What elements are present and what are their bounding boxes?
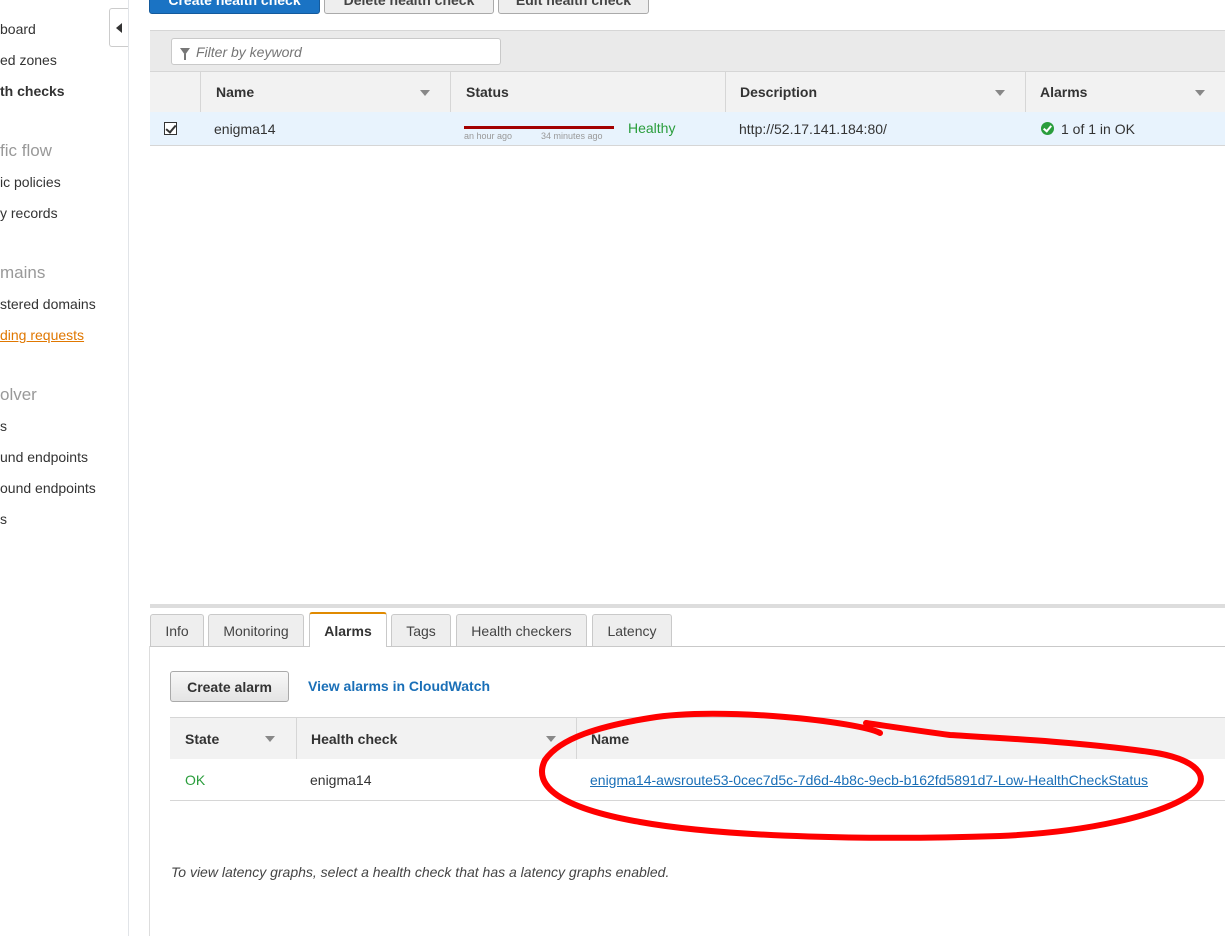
filter-icon — [180, 48, 190, 60]
tab-health-checkers[interactable]: Health checkers — [456, 614, 587, 646]
column-header-state[interactable]: State — [170, 718, 296, 759]
sort-down-icon[interactable] — [1195, 90, 1205, 96]
tab-monitoring[interactable]: Monitoring — [208, 614, 304, 646]
nav-item-outbound-endpoints[interactable]: ound endpoints — [0, 480, 96, 496]
create-alarm-button[interactable]: Create alarm — [170, 671, 289, 702]
row-name: enigma14 — [214, 120, 276, 137]
nav-item-pending-requests[interactable]: ding requests — [0, 327, 84, 343]
pane-border — [149, 646, 150, 936]
filter-input[interactable] — [190, 42, 488, 61]
alarm-name-cell: enigma14-awsroute53-0cec7d5c-7d6d-4b8c-9… — [590, 759, 1148, 800]
nav-item-traffic-policies[interactable]: ic policies — [0, 174, 61, 190]
delete-health-check-button[interactable]: Delete health check — [324, 0, 494, 14]
alarm-health-check: enigma14 — [310, 771, 372, 788]
status-start-time: an hour ago — [464, 131, 513, 141]
detail-tabs: Info Monitoring Alarms Tags Health check… — [150, 608, 1225, 647]
column-header-name-label: Name — [216, 84, 255, 100]
checkmark-icon — [165, 122, 177, 134]
nav-item-dashboard[interactable]: board — [0, 21, 36, 37]
sort-down-icon[interactable] — [420, 90, 430, 96]
nav-item-inbound-endpoints[interactable]: und endpoints — [0, 449, 88, 465]
sort-down-icon[interactable] — [995, 90, 1005, 96]
nav-item-policy-records[interactable]: y records — [0, 205, 58, 221]
column-header-description-label: Description — [740, 84, 818, 100]
alarm-state: OK — [185, 771, 206, 788]
alarm-row[interactable]: OK enigma14 enigma14-awsroute53-0cec7d5c… — [170, 759, 1225, 801]
navigation-sidebar: board ed zones th checks fic flow ic pol… — [0, 0, 129, 936]
status-healthy-text: Healthy — [628, 119, 676, 136]
column-header-state-label: State — [185, 730, 220, 747]
status-history-bar — [464, 126, 614, 129]
tab-alarms[interactable]: Alarms — [309, 612, 387, 647]
select-column-header — [150, 72, 200, 112]
alarms-table-header: State Health check Name — [170, 717, 1225, 760]
latency-note: To view latency graphs, select a health … — [171, 864, 670, 880]
column-header-alarms-label: Alarms — [1040, 84, 1088, 100]
nav-item-health-checks[interactable]: th checks — [0, 83, 65, 99]
tab-latency[interactable]: Latency — [592, 614, 672, 646]
sort-down-icon[interactable] — [265, 736, 275, 742]
alarm-name-link[interactable]: enigma14-awsroute53-0cec7d5c-7d6d-4b8c-9… — [590, 772, 1148, 788]
filter-bar — [150, 30, 1225, 71]
column-header-health-check-label: Health check — [311, 730, 398, 747]
tab-info[interactable]: Info — [150, 614, 204, 646]
create-health-check-button[interactable]: Create health check — [149, 0, 320, 14]
nav-item-registered-domains[interactable]: stered domains — [0, 296, 96, 312]
nav-heading-resolver: olver — [0, 385, 37, 404]
row-checkbox[interactable] — [164, 122, 177, 135]
check-circle-icon — [1041, 122, 1054, 135]
filter-field[interactable] — [171, 38, 501, 65]
nav-item-hosted-zones[interactable]: ed zones — [0, 52, 57, 68]
table-row[interactable]: enigma14 an hour ago 34 minutes ago Heal… — [150, 112, 1225, 146]
column-header-description[interactable]: Description — [725, 72, 1025, 112]
row-description: http://52.17.141.184:80/ — [739, 120, 887, 137]
column-header-alarm-name-label: Name — [591, 730, 630, 747]
column-header-status[interactable]: Status — [450, 72, 725, 112]
tab-tags[interactable]: Tags — [391, 614, 451, 646]
row-alarms-text: 1 of 1 in OK — [1061, 120, 1135, 137]
nav-heading-domains: mains — [0, 263, 46, 282]
edit-health-check-button[interactable]: Edit health check — [498, 0, 649, 14]
column-header-health-check[interactable]: Health check — [296, 718, 576, 759]
collapse-sidebar-button[interactable] — [109, 8, 128, 47]
caret-left-icon — [116, 22, 122, 33]
view-alarms-cloudwatch-link[interactable]: View alarms in CloudWatch — [308, 678, 490, 694]
column-header-alarm-name[interactable]: Name — [576, 718, 1225, 759]
column-header-name[interactable]: Name — [200, 72, 450, 112]
nav-heading-traffic-flow: fic flow — [0, 141, 52, 160]
column-header-alarms[interactable]: Alarms — [1025, 72, 1225, 112]
status-end-time: 34 minutes ago — [541, 131, 603, 141]
row-alarms: 1 of 1 in OK — [1041, 112, 1135, 145]
health-checks-table-header: Name Status Description Alarms — [150, 71, 1225, 113]
sort-down-icon[interactable] — [546, 736, 556, 742]
nav-item-rules[interactable]: s — [0, 511, 7, 527]
column-header-status-label: Status — [466, 84, 509, 100]
nav-item-vpcs[interactable]: s — [0, 418, 7, 434]
